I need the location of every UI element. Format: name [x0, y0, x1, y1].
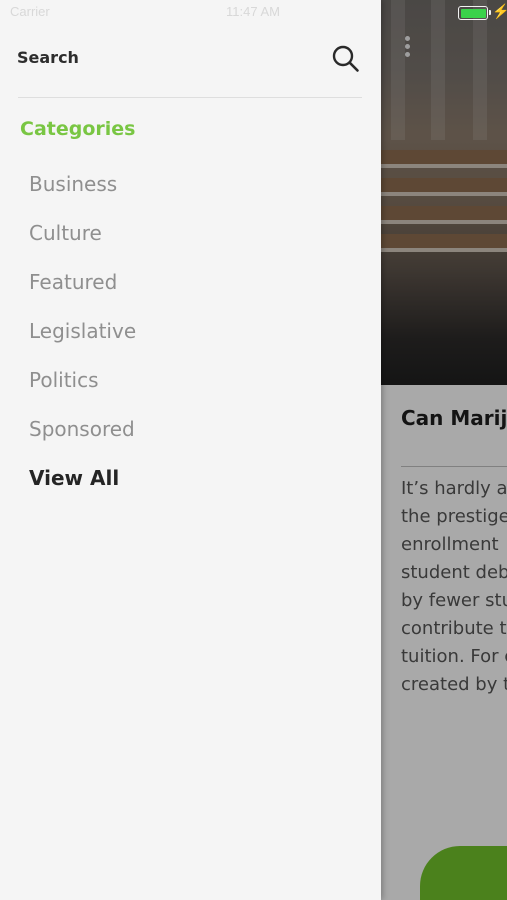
category-item-legislative[interactable]: Legislative [29, 315, 359, 364]
category-item-business[interactable]: Business [29, 168, 359, 217]
search-row[interactable]: Search [17, 44, 361, 74]
side-drawer: Search Categories Business Culture Featu… [0, 0, 381, 900]
clock: 11:47 AM [226, 4, 280, 19]
battery-icon [458, 6, 488, 20]
view-all-link[interactable]: View All [29, 462, 359, 511]
charging-bolt-icon: ⚡ [492, 3, 507, 19]
category-item-culture[interactable]: Culture [29, 217, 359, 266]
category-list: Business Culture Featured Legislative Po… [29, 168, 359, 511]
search-label: Search [17, 48, 79, 67]
categories-heading: Categories [20, 118, 136, 140]
category-item-sponsored[interactable]: Sponsored [29, 413, 359, 462]
drawer-divider [18, 97, 362, 98]
status-bar: Carrier 11:47 AM ⚡ [0, 0, 507, 24]
carrier-label: Carrier [10, 4, 50, 19]
category-item-politics[interactable]: Politics [29, 364, 359, 413]
category-item-featured[interactable]: Featured [29, 266, 359, 315]
search-icon[interactable] [331, 44, 361, 74]
battery-tip [489, 10, 491, 15]
drawer-scrim[interactable] [381, 0, 507, 900]
